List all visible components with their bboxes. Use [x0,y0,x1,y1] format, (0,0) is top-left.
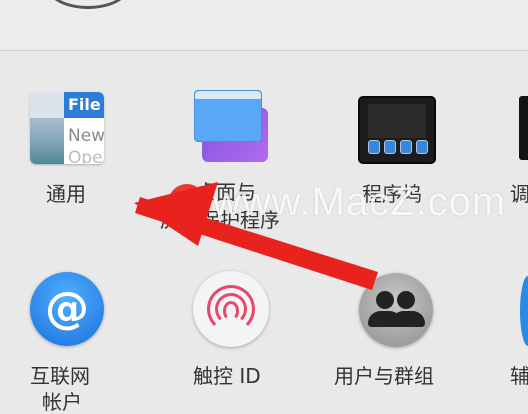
pane-general-label: 通用 [46,182,86,206]
pane-users-groups-label: 用户与群组 [334,364,434,388]
pane-partial-right-top-label: 调 [510,182,528,206]
pane-touch-id-label: 触控 ID [193,364,261,388]
partial-pane-icon [519,96,528,160]
pane-internet-accounts-label-line2: 帐户 [42,390,82,414]
at-sign-icon: @ [30,272,104,346]
pane-dock-label: 程序坞 [362,182,422,206]
dock-icon [358,96,436,164]
top-header-band [0,0,528,51]
pane-partial-right-bottom-label: 辅 [510,364,528,388]
desktop-screensaver-icon [194,90,270,166]
pane-desktop-label-line2: 屏幕保护程序 [160,208,280,232]
pane-internet-accounts-label-line1: 互联网 [30,364,90,388]
profile-avatar-edge[interactable] [45,0,131,9]
pane-desktop-label-line1: 桌面与 [196,180,256,204]
general-icon: File New Ope [30,92,104,164]
users-groups-icon [359,273,433,347]
fingerprint-icon [193,271,269,347]
partial-pane-icon [520,276,528,346]
